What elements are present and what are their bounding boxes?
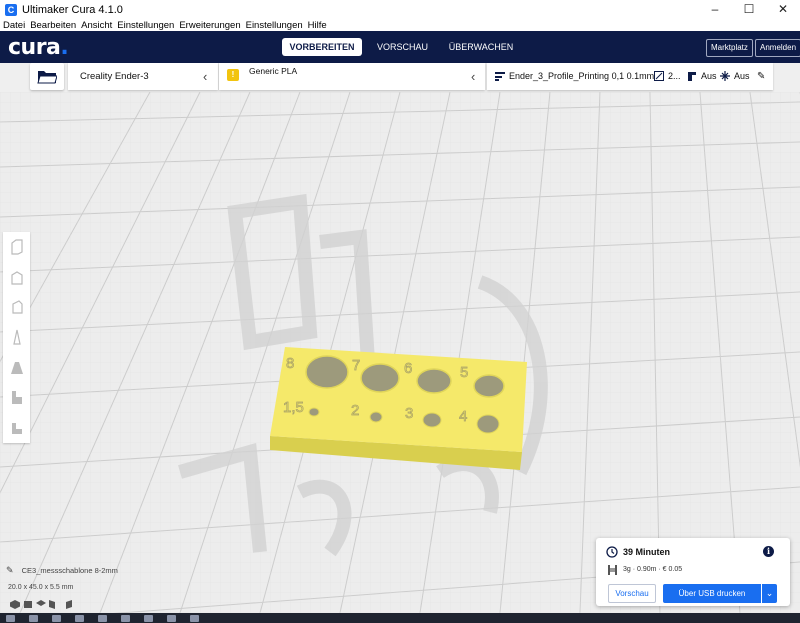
edit-pencil-icon: ✎ xyxy=(757,71,766,82)
scale-icon xyxy=(10,271,23,285)
taskbar-item[interactable] xyxy=(167,614,176,622)
warning-icon: ! xyxy=(227,69,239,81)
taskbar-item[interactable] xyxy=(6,614,15,622)
login-button[interactable]: Anmelden xyxy=(755,39,800,57)
object-dimensions: 20.0 x 45.0 x 5.5 mm xyxy=(8,584,74,591)
maximize-icon[interactable]: ☐ xyxy=(732,0,766,19)
minimize-icon[interactable]: – xyxy=(698,0,732,19)
menu-bearbeiten[interactable]: Bearbeiten xyxy=(30,20,76,31)
taskbar-item[interactable] xyxy=(52,614,61,622)
3d-viewport[interactable] xyxy=(0,91,800,623)
scale-tool[interactable] xyxy=(3,262,30,292)
tab-monitor[interactable]: ÜBERWACHEN xyxy=(445,38,517,56)
taskbar-item[interactable] xyxy=(144,614,153,622)
profile-name: Ender_3_Profile_Printing 0,1 0.1mm xyxy=(509,71,655,81)
move-tool[interactable] xyxy=(3,232,30,262)
cura-app-icon: C xyxy=(5,3,17,16)
mirror-tool[interactable] xyxy=(3,322,30,352)
build-plate-grid xyxy=(0,91,800,623)
pencil-icon[interactable]: ✎ xyxy=(6,565,14,575)
material-selector[interactable]: ! Generic PLA ‹ xyxy=(219,63,485,90)
window-title-bar: C Ultimaker Cura 4.1.0 – ☐ ✕ xyxy=(0,0,800,19)
taskbar-item[interactable] xyxy=(75,614,84,622)
view-top-icon[interactable] xyxy=(36,600,46,609)
print-time: 39 Minuten xyxy=(623,547,671,557)
per-model-settings-icon xyxy=(10,362,23,374)
custom-support-tool[interactable] xyxy=(3,412,30,442)
view-right-icon[interactable] xyxy=(62,600,72,609)
menu-datei[interactable]: Datei xyxy=(3,20,25,31)
mirror-icon xyxy=(12,329,21,345)
print-settings-selector[interactable]: Ender_3_Profile_Printing 0,1 0.1mm 2... … xyxy=(487,63,773,90)
tab-prepare[interactable]: VORBEREITEN xyxy=(282,38,362,56)
open-file-button[interactable] xyxy=(30,63,64,90)
adhesion-value: Aus xyxy=(734,71,750,81)
windows-taskbar xyxy=(0,613,800,623)
chevron-left-icon: ‹ xyxy=(471,69,476,84)
printer-name: Creality Ender-3 xyxy=(80,71,149,82)
menu-erweiterungen[interactable]: Erweiterungen xyxy=(179,20,240,31)
info-icon[interactable]: i xyxy=(763,546,774,557)
toolbar: Creality Ender-3 ‹ ! Generic PLA ‹ Ender… xyxy=(0,63,773,92)
adhesion-icon xyxy=(720,71,730,81)
print-estimate-panel: 39 Minuten i 3g · 0.90m · € 0.05 Vorscha… xyxy=(596,538,790,606)
custom-support-icon xyxy=(11,423,22,434)
object-info: ✎ CE3_messschablone 8-2mm xyxy=(6,565,118,576)
model-tools-panel xyxy=(3,232,30,443)
infill-value: 2... xyxy=(668,71,681,81)
material-name: Generic PLA xyxy=(249,66,298,76)
view-front-icon[interactable] xyxy=(23,600,33,609)
clock-icon xyxy=(606,546,618,558)
preview-button[interactable]: Vorschau xyxy=(608,584,656,603)
menu-ansicht[interactable]: Ansicht xyxy=(81,20,112,31)
support-blocker-tool[interactable] xyxy=(3,382,30,412)
window-title: Ultimaker Cura 4.1.0 xyxy=(22,3,123,16)
folder-icon xyxy=(37,71,57,84)
taskbar-item[interactable] xyxy=(121,614,130,622)
per-model-settings-tool[interactable] xyxy=(3,352,30,382)
move-icon xyxy=(10,239,23,255)
view-3d-icon[interactable] xyxy=(10,600,20,609)
view-orientation-buttons xyxy=(10,600,72,609)
menu-einstellungen[interactable]: Einstellungen xyxy=(117,20,174,31)
menu-einstellungen-2[interactable]: Einstellungen xyxy=(246,20,303,31)
object-file-name: CE3_messschablone 8-2mm xyxy=(21,566,118,575)
taskbar-item[interactable] xyxy=(29,614,38,622)
chevron-left-icon: ‹ xyxy=(203,69,208,84)
support-icon xyxy=(688,72,696,81)
support-value: Aus xyxy=(701,71,717,81)
cura-logo: cura. xyxy=(8,35,69,60)
tab-preview[interactable]: VORSCHAU xyxy=(370,38,435,56)
printer-selector[interactable]: Creality Ender-3 ‹ xyxy=(68,63,218,90)
print-over-usb-button[interactable]: Über USB drucken xyxy=(663,584,761,603)
print-options-dropdown[interactable]: ⌄ xyxy=(762,584,777,603)
marketplace-button[interactable]: Marktplatz xyxy=(706,39,753,57)
taskbar-item[interactable] xyxy=(190,614,199,622)
menu-hilfe[interactable]: Hilfe xyxy=(308,20,327,31)
rotate-tool[interactable] xyxy=(3,292,30,322)
menu-bar: Datei Bearbeiten Ansicht Einstellungen E… xyxy=(0,19,800,31)
close-icon[interactable]: ✕ xyxy=(766,0,800,19)
view-left-icon[interactable] xyxy=(49,600,59,609)
filament-spool-icon xyxy=(608,565,617,575)
support-blocker-icon xyxy=(11,391,22,404)
chevron-down-icon: ⌄ xyxy=(765,588,774,598)
taskbar-item[interactable] xyxy=(98,614,107,622)
infill-icon xyxy=(654,71,664,81)
profile-icon xyxy=(495,72,505,81)
rotate-icon xyxy=(11,300,23,314)
stage-header: cura. VORBEREITEN VORSCHAU ÜBERWACHEN Ma… xyxy=(0,31,800,63)
material-usage: 3g · 0.90m · € 0.05 xyxy=(623,566,683,573)
